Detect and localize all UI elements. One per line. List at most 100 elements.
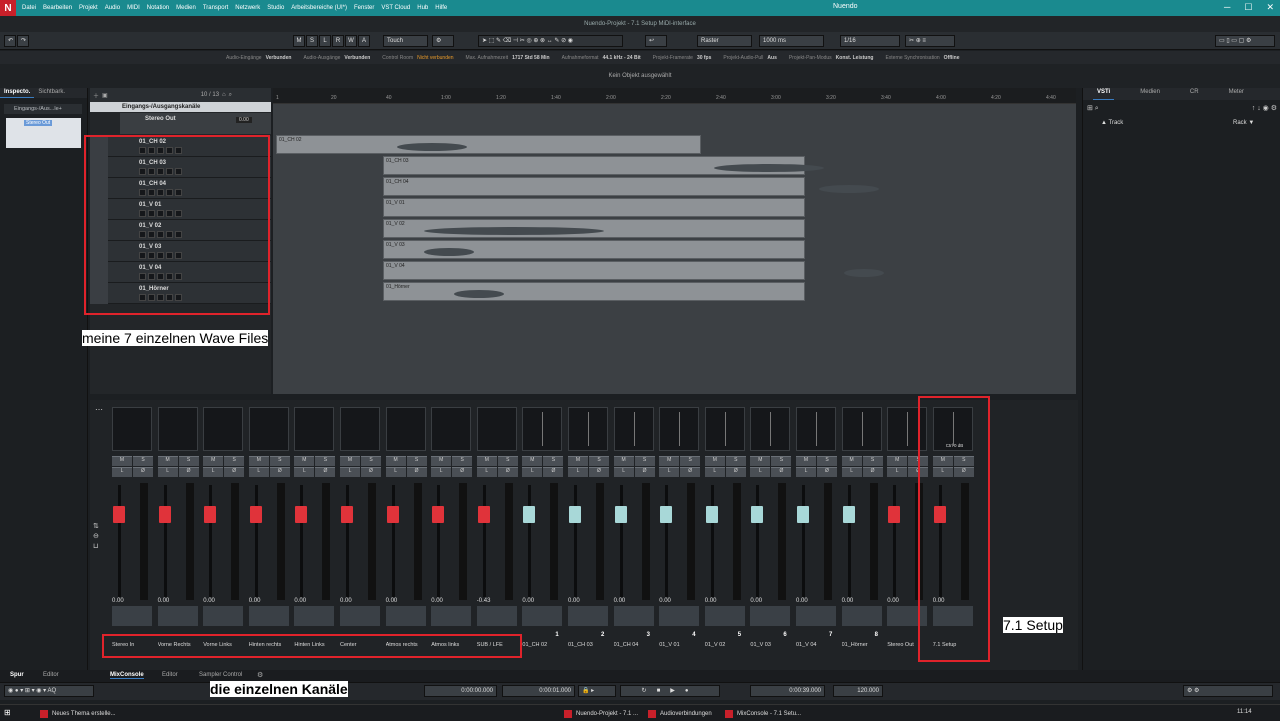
- volume-fader[interactable]: [888, 506, 901, 523]
- write-button[interactable]: [166, 252, 173, 259]
- rw-buttons[interactable]: [659, 606, 700, 626]
- automation-toggle[interactable]: L: [319, 35, 331, 47]
- listen-button[interactable]: L: [887, 467, 908, 477]
- solo-button[interactable]: S: [406, 456, 427, 466]
- taskbar-item[interactable]: Nuendo-Projekt - 7.1 ...: [562, 708, 638, 720]
- panner[interactable]: [568, 407, 608, 451]
- tab-vsti[interactable]: VSTi: [1093, 88, 1115, 100]
- rack-column-label[interactable]: Rack ▼: [1233, 120, 1254, 126]
- channel-name[interactable]: 01_CH 03: [568, 642, 608, 648]
- phase-button[interactable]: Ø: [908, 467, 929, 477]
- transport-controls[interactable]: ↻■▶●: [620, 685, 720, 697]
- mixer-strip[interactable]: M S L Ø 0.00 Stereo In: [110, 405, 154, 660]
- volume-fader[interactable]: [933, 506, 946, 523]
- rw-buttons[interactable]: [522, 606, 563, 626]
- rw-buttons[interactable]: [932, 606, 973, 626]
- phase-button[interactable]: Ø: [589, 467, 609, 477]
- listen-button[interactable]: L: [796, 467, 816, 477]
- solo-button[interactable]: S: [771, 456, 792, 466]
- stereo-out-track[interactable]: Stereo Out 0.00: [120, 113, 271, 134]
- mute-button[interactable]: M: [340, 456, 360, 466]
- solo-button[interactable]: S: [862, 456, 883, 466]
- phase-button[interactable]: Ø: [452, 467, 473, 477]
- read-button[interactable]: [157, 168, 164, 175]
- automation-toggle[interactable]: M: [293, 35, 305, 47]
- edit-button[interactable]: [175, 189, 182, 196]
- automation-toggle[interactable]: S: [306, 35, 318, 47]
- quantize-tools[interactable]: ✂ ⊕ ≡: [905, 35, 955, 47]
- mute-button[interactable]: [139, 231, 146, 238]
- mixer-strip[interactable]: M S L Ø 0.00 4 01_V 01: [657, 405, 701, 660]
- volume-value[interactable]: 0.00: [796, 598, 808, 604]
- menu-item[interactable]: Netzwerk: [235, 5, 260, 11]
- read-button[interactable]: [157, 294, 164, 301]
- panner[interactable]: [340, 407, 380, 451]
- edit-button[interactable]: [175, 231, 182, 238]
- mute-button[interactable]: M: [841, 456, 862, 466]
- automation-toggle[interactable]: W: [345, 35, 357, 47]
- volume-fader[interactable]: [386, 506, 399, 523]
- phase-button[interactable]: Ø: [543, 467, 564, 477]
- channel-name[interactable]: Vorne Links: [203, 642, 243, 648]
- mixer-strip[interactable]: M S L Ø 0.00 Vorne Links: [201, 405, 245, 660]
- phase-button[interactable]: Ø: [680, 467, 701, 477]
- mixer-strip[interactable]: M S L Ø 0.00 Hinten rechts: [247, 405, 291, 660]
- mixer-strip[interactable]: M S L Ø 0.00 Hinten Links: [292, 405, 336, 660]
- solo-button[interactable]: [148, 168, 155, 175]
- grid-type-select[interactable]: Raster: [697, 35, 752, 47]
- transport-right-tools[interactable]: ⚙ ⚙: [1183, 685, 1273, 697]
- volume-value[interactable]: 0.00: [750, 598, 762, 604]
- phase-button[interactable]: Ø: [315, 467, 336, 477]
- track-row[interactable]: 01_V 01: [90, 199, 271, 220]
- listen-button[interactable]: L: [112, 467, 132, 477]
- listen-button[interactable]: L: [157, 467, 178, 477]
- volume-fader[interactable]: [477, 506, 490, 523]
- solo-button[interactable]: S: [315, 456, 336, 466]
- nudge-select[interactable]: 1000 ms: [759, 35, 824, 47]
- track-row[interactable]: 01_CH 02: [90, 136, 271, 157]
- solo-button[interactable]: S: [361, 456, 381, 466]
- volume-fader[interactable]: [614, 506, 627, 523]
- volume-value[interactable]: 0.00: [933, 598, 945, 604]
- surround-panner[interactable]: Ctrl 0 dB: [932, 407, 973, 451]
- volume-value[interactable]: 0.00: [431, 598, 443, 604]
- mute-button[interactable]: M: [248, 456, 269, 466]
- mixer-side-tools[interactable]: ⇅ ⊖ ⊔: [93, 522, 103, 554]
- rw-buttons[interactable]: [294, 606, 335, 626]
- edit-button[interactable]: [175, 273, 182, 280]
- mute-button[interactable]: M: [750, 456, 771, 466]
- mute-button[interactable]: [139, 210, 146, 217]
- folder-icon[interactable]: ▣: [102, 92, 108, 99]
- vsti-options-icon[interactable]: ↑ ↓ ◉ ⚙: [1252, 104, 1277, 116]
- time-display[interactable]: 0:00:39.000: [750, 685, 825, 697]
- rw-buttons[interactable]: [796, 606, 836, 626]
- panner[interactable]: [385, 407, 426, 451]
- phase-button[interactable]: Ø: [269, 467, 290, 477]
- rw-buttons[interactable]: [568, 606, 608, 626]
- visibility-item[interactable]: Stereo Out: [24, 120, 53, 126]
- volume-fader[interactable]: [432, 506, 445, 523]
- solo-button[interactable]: [148, 252, 155, 259]
- audio-clip[interactable]: 01_CH 02: [276, 135, 701, 154]
- menu-item[interactable]: Datei: [22, 5, 36, 11]
- volume-fader[interactable]: [204, 506, 217, 523]
- write-button[interactable]: [166, 231, 173, 238]
- mute-button[interactable]: M: [431, 456, 452, 466]
- channel-name[interactable]: 01_Hörner: [842, 642, 882, 648]
- audio-clip[interactable]: 01_CH 04: [383, 177, 879, 196]
- taskbar-item[interactable]: MixConsole - 7.1 Setu...: [723, 708, 801, 720]
- write-button[interactable]: [166, 210, 173, 217]
- channel-name[interactable]: 7.1 Setup: [933, 642, 973, 648]
- channel-name[interactable]: Vorne Rechts: [158, 642, 198, 648]
- phase-button[interactable]: Ø: [953, 467, 974, 477]
- volume-value[interactable]: 0.00: [614, 598, 626, 604]
- volume-fader[interactable]: [249, 506, 262, 523]
- volume-fader[interactable]: [295, 506, 308, 523]
- volume-fader[interactable]: [569, 506, 581, 523]
- undo-icon[interactable]: ↶: [4, 35, 16, 47]
- rw-buttons[interactable]: [340, 606, 380, 626]
- mute-button[interactable]: M: [568, 456, 588, 466]
- position-display[interactable]: 0:00:00.000: [424, 685, 497, 697]
- audio-clip[interactable]: 01_V 01: [383, 198, 805, 217]
- mute-button[interactable]: M: [385, 456, 406, 466]
